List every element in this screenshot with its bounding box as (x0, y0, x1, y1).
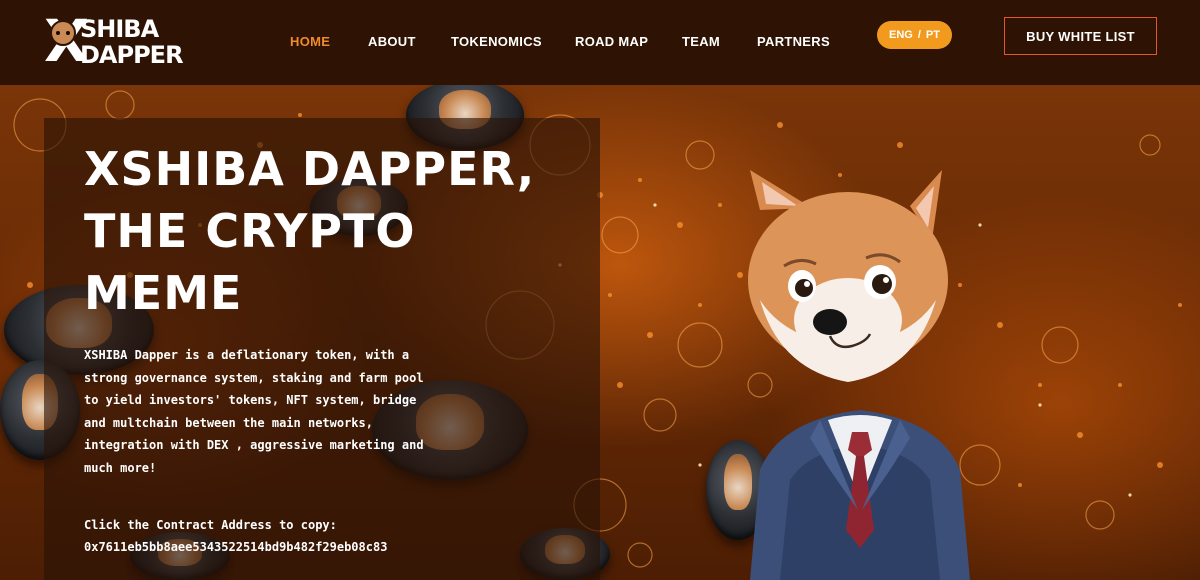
logo-text-line2: DAPPER (80, 41, 184, 69)
description-line: strong governance system, staking and fa… (84, 370, 424, 385)
description-line: to yield investors' tokens, NFT system, … (84, 393, 417, 408)
hero-description: XSHIBA Dapper is a deflationary token, w… (84, 344, 444, 480)
lang-separator: / (917, 29, 921, 41)
description-line: XSHIBA Dapper is a deflationary token, w… (84, 348, 410, 362)
buy-white-list-button[interactable]: BUY WHITE LIST (1004, 17, 1157, 55)
hero-headline-line1: XSHIBA DAPPER, (84, 142, 536, 196)
contract-label: Click the Contract Address to copy: (84, 518, 337, 532)
hero-headline-line2: THE CRYPTO (84, 204, 416, 258)
logo-text-line1: SHIBA (80, 15, 159, 43)
nav-about[interactable]: ABOUT (368, 34, 416, 49)
shiba-logo-icon (50, 20, 76, 46)
nav-home[interactable]: HOME (290, 34, 330, 49)
nav-road-map[interactable]: ROAD MAP (575, 34, 648, 49)
language-switcher: ENG / PT (877, 21, 952, 49)
lang-pt[interactable]: PT (926, 29, 940, 41)
hero-headline: XSHIBA DAPPER, THE CRYPTO MEME (84, 138, 564, 324)
site-header: X SHIBA DAPPER HOME ABOUT TOKENOMICS ROA… (0, 0, 1200, 85)
description-line: integration with DEX , aggressive market… (84, 438, 424, 453)
nav-team[interactable]: TEAM (682, 34, 720, 49)
lang-eng[interactable]: ENG (889, 29, 913, 41)
xshiba-logo[interactable]: X SHIBA DAPPER (44, 10, 184, 72)
shiba-mascot-illustration (748, 170, 970, 580)
hero-headline-line3: MEME (84, 266, 243, 320)
contract-address-copy[interactable]: 0x7611eb5bb8aee5343522514bd9b482f29eb08c… (84, 538, 387, 556)
nav-partners[interactable]: PARTNERS (757, 34, 830, 49)
description-line: and multchain between the main networks, (84, 415, 373, 430)
description-line: much more! (84, 460, 157, 475)
nav-tokenomics[interactable]: TOKENOMICS (451, 34, 542, 49)
